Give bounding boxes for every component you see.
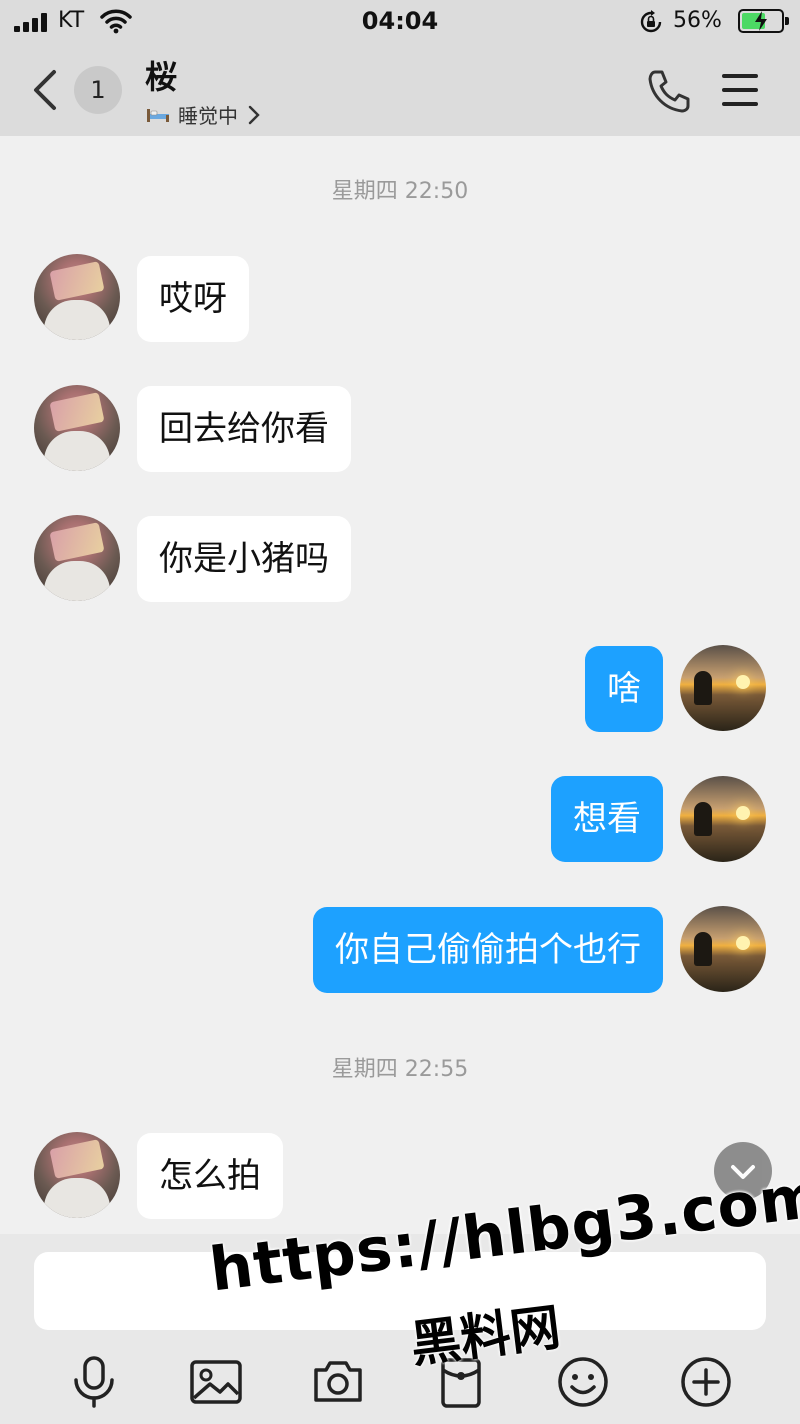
camera-icon[interactable] <box>310 1354 366 1410</box>
menu-icon[interactable] <box>720 70 762 110</box>
chevron-right-icon <box>248 105 260 124</box>
message-bubble-incoming[interactable]: 你是小猪吗 <box>137 516 351 602</box>
friend-avatar[interactable] <box>34 515 120 601</box>
message-bubble-incoming[interactable]: 哎呀 <box>137 256 249 342</box>
phone-icon[interactable] <box>644 66 694 116</box>
input-toolbar <box>0 1340 800 1424</box>
carrier-label: KT <box>58 8 85 33</box>
scroll-to-bottom-button[interactable] <box>714 1142 772 1200</box>
battery-charging-icon <box>738 9 789 33</box>
my-avatar[interactable] <box>680 906 766 992</box>
friend-avatar[interactable] <box>34 1132 120 1218</box>
battery-percent: 56% <box>673 8 722 33</box>
timestamp: 星期四 22:55 <box>331 1057 469 1082</box>
my-avatar[interactable] <box>680 776 766 862</box>
friend-avatar[interactable] <box>34 385 120 471</box>
friend-avatar[interactable] <box>34 254 120 340</box>
unread-count-badge[interactable]: 1 <box>74 66 122 114</box>
message-bubble-outgoing[interactable]: 你自己偷偷拍个也行 <box>313 907 663 993</box>
message-bubble-outgoing[interactable]: 啥 <box>585 646 663 732</box>
contact-name[interactable]: 桜 <box>145 52 177 98</box>
plus-icon[interactable] <box>678 1354 734 1410</box>
status-bar: KT 04:04 56% <box>0 0 800 44</box>
orientation-lock-icon <box>640 10 662 33</box>
bed-icon <box>147 108 169 122</box>
message-input[interactable] <box>34 1252 766 1330</box>
contact-status-label: 睡觉中 <box>178 104 238 128</box>
my-avatar[interactable] <box>680 645 766 731</box>
timestamp: 星期四 22:50 <box>331 179 469 204</box>
message-bubble-incoming[interactable]: 怎么拍 <box>137 1133 283 1219</box>
chevron-down-icon <box>731 1165 755 1179</box>
input-area <box>0 1234 800 1424</box>
wifi-icon <box>100 9 132 34</box>
back-icon[interactable] <box>24 64 64 116</box>
red-packet-icon[interactable] <box>433 1354 489 1410</box>
message-bubble-outgoing[interactable]: 想看 <box>551 776 663 862</box>
message-bubble-incoming[interactable]: 回去给你看 <box>137 386 351 472</box>
chat-header: 1 桜 睡觉中 <box>0 44 800 136</box>
emoji-icon[interactable] <box>555 1354 611 1410</box>
signal-icon <box>14 12 50 32</box>
contact-status[interactable]: 睡觉中 <box>146 100 260 129</box>
microphone-icon[interactable] <box>66 1354 122 1410</box>
image-icon[interactable] <box>188 1354 244 1410</box>
